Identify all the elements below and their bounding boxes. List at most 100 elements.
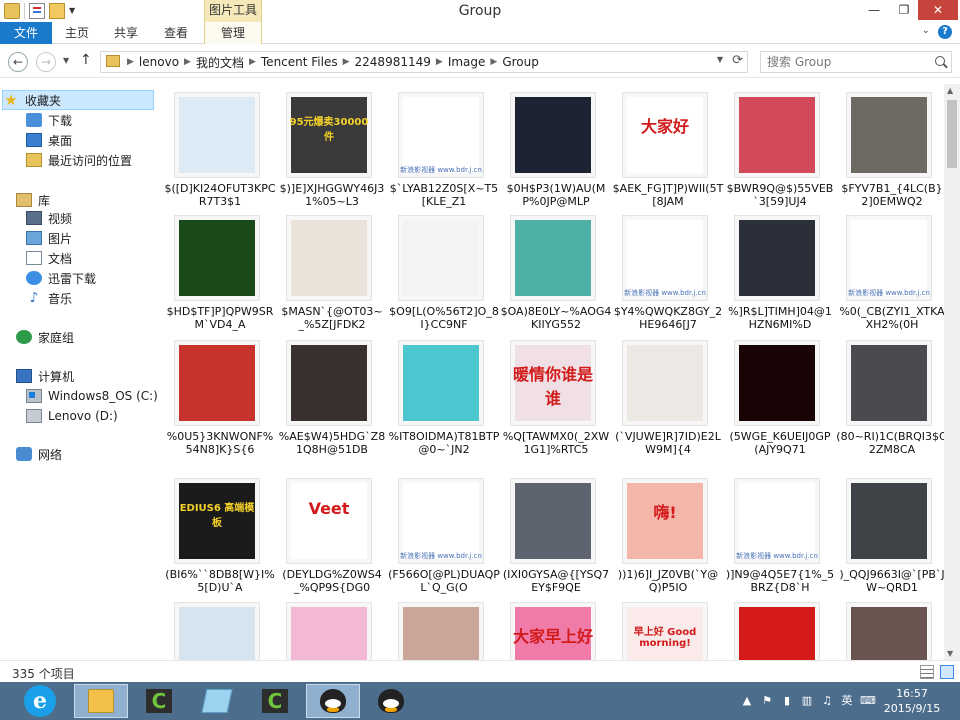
sidebar-item-homegroup[interactable]: 家庭组 bbox=[16, 327, 168, 347]
sidebar-item-videos[interactable]: 视频 bbox=[26, 208, 178, 228]
breadcrumb-item[interactable]: Group bbox=[499, 55, 542, 69]
qat-customize-icon[interactable]: ▼ bbox=[69, 3, 79, 19]
chevron-right-icon[interactable]: ▶ bbox=[182, 57, 193, 67]
search-input[interactable] bbox=[767, 54, 927, 70]
thumbnail-image[interactable] bbox=[734, 340, 820, 426]
sidebar-item-network[interactable]: 网络 bbox=[16, 444, 168, 464]
refresh-icon[interactable]: ⟳ bbox=[732, 53, 743, 68]
thumbnail-image[interactable] bbox=[174, 602, 260, 660]
thumbnail-image[interactable]: 大家早上好 bbox=[510, 602, 596, 660]
up-button[interactable]: ↑ bbox=[80, 52, 92, 68]
details-view-icon[interactable] bbox=[920, 665, 934, 679]
keyboard-icon[interactable]: ⌨ bbox=[860, 694, 876, 708]
chevron-right-icon[interactable]: ▶ bbox=[434, 57, 445, 67]
help-icon[interactable]: ? bbox=[938, 25, 952, 39]
thumbnail-image[interactable] bbox=[510, 215, 596, 301]
thumbnail-image[interactable] bbox=[174, 340, 260, 426]
thumbnail-image[interactable] bbox=[846, 602, 932, 660]
thumbnail-image[interactable] bbox=[286, 340, 372, 426]
thumbnail-image[interactable]: 新浪影视器 www.bdr.j.cn bbox=[734, 478, 820, 564]
properties-icon[interactable] bbox=[29, 3, 45, 19]
thumbnail-image[interactable] bbox=[734, 215, 820, 301]
search-icon[interactable] bbox=[935, 56, 945, 66]
scrollbar-thumb[interactable] bbox=[947, 100, 957, 168]
chevron-right-icon[interactable]: ▶ bbox=[341, 57, 352, 67]
action-center-icon[interactable]: ⚑ bbox=[760, 694, 774, 708]
thumbnail-image[interactable]: Veet bbox=[286, 478, 372, 564]
thumbnail-image[interactable]: 新浪影视器 www.bdr.j.cn bbox=[846, 215, 932, 301]
thumbnail-image[interactable]: 95元爆卖30000件 bbox=[286, 92, 372, 178]
thumbnail-image[interactable] bbox=[622, 340, 708, 426]
thumbnail-image[interactable] bbox=[398, 602, 484, 660]
new-folder-icon[interactable] bbox=[49, 3, 65, 19]
chevron-right-icon[interactable]: ▶ bbox=[125, 57, 136, 67]
thumbnail-image[interactable] bbox=[510, 478, 596, 564]
clock[interactable]: 16:57 2015/9/15 bbox=[876, 686, 948, 716]
thumbnail-image[interactable]: 新浪影视器 www.bdr.j.cn bbox=[398, 92, 484, 178]
tab-manage[interactable]: 管理 bbox=[204, 22, 262, 44]
address-bar[interactable]: ▶ lenovo ▶ 我的文档 ▶ Tencent Files ▶ 224898… bbox=[100, 51, 748, 73]
thumbnail-image[interactable] bbox=[398, 215, 484, 301]
chevron-down-icon[interactable]: ▼ bbox=[717, 55, 723, 64]
tab-view[interactable]: 查看 bbox=[152, 22, 200, 44]
thumbnail-image[interactable] bbox=[734, 92, 820, 178]
forward-button[interactable]: → bbox=[36, 52, 56, 72]
sidebar-item-drive-d[interactable]: Lenovo (D:) bbox=[26, 406, 178, 426]
chevron-right-icon[interactable]: ▶ bbox=[488, 57, 499, 67]
battery-icon[interactable]: ▮ bbox=[780, 694, 794, 708]
back-button[interactable]: ← bbox=[8, 52, 28, 72]
show-hidden-icons-icon[interactable]: ▲ bbox=[740, 694, 754, 708]
thumbnail-image[interactable] bbox=[846, 92, 932, 178]
thumbnail-image[interactable] bbox=[846, 478, 932, 564]
sidebar-item-drive-c[interactable]: Windows8_OS (C:) bbox=[26, 386, 178, 406]
sidebar-item-music[interactable]: ♪ 音乐 bbox=[26, 288, 178, 308]
close-button[interactable]: ✕ bbox=[918, 0, 958, 20]
network-icon[interactable]: ▥ bbox=[800, 694, 814, 708]
thumbnail-image[interactable]: 嗨! bbox=[622, 478, 708, 564]
thumbnail-image[interactable] bbox=[286, 215, 372, 301]
taskbar-camtasia-2[interactable]: C bbox=[248, 684, 302, 718]
thumbnail-image[interactable]: 暖情你谁是谁 bbox=[510, 340, 596, 426]
sidebar-item-desktop[interactable]: 桌面 bbox=[26, 130, 178, 150]
thumbnail-image[interactable] bbox=[510, 92, 596, 178]
vertical-scrollbar[interactable]: ▲ ▼ bbox=[944, 84, 960, 660]
maximize-button[interactable]: ❐ bbox=[890, 0, 918, 20]
thumbnail-image[interactable] bbox=[174, 215, 260, 301]
tab-file[interactable]: 文件 bbox=[0, 22, 52, 44]
thumbnail-image[interactable] bbox=[286, 602, 372, 660]
sidebar-item-libraries[interactable]: 库 bbox=[16, 190, 168, 210]
sidebar-item-downloads[interactable]: 下载 bbox=[26, 110, 178, 130]
breadcrumb-item[interactable]: lenovo bbox=[136, 55, 182, 69]
thumbnail-image[interactable] bbox=[398, 340, 484, 426]
taskbar-explorer[interactable] bbox=[74, 684, 128, 718]
ime-icon[interactable]: 英 bbox=[840, 694, 854, 708]
large-icons-view-icon[interactable] bbox=[940, 665, 954, 679]
thumbnail-image[interactable]: 大家好 bbox=[622, 92, 708, 178]
recent-locations-icon[interactable]: ▼ bbox=[63, 56, 69, 65]
taskbar-qq-2[interactable] bbox=[364, 684, 418, 718]
sidebar-item-documents[interactable]: 文档 bbox=[26, 248, 178, 268]
folder-icon[interactable] bbox=[4, 3, 20, 19]
scroll-up-icon[interactable]: ▲ bbox=[947, 86, 953, 95]
minimize-button[interactable]: — bbox=[860, 0, 888, 20]
thumbnail-image[interactable] bbox=[734, 602, 820, 660]
breadcrumb-item[interactable]: 我的文档 bbox=[193, 54, 247, 71]
taskbar-camtasia[interactable]: C bbox=[132, 684, 186, 718]
chevron-right-icon[interactable]: ▶ bbox=[247, 57, 258, 67]
sidebar-item-xunlei[interactable]: 迅雷下载 bbox=[26, 268, 178, 288]
breadcrumb-item[interactable]: 2248981149 bbox=[352, 55, 434, 69]
tab-share[interactable]: 共享 bbox=[102, 22, 150, 44]
thumbnail-image[interactable]: EDIUS6 高端模板 bbox=[174, 478, 260, 564]
sidebar-item-pictures[interactable]: 图片 bbox=[26, 228, 178, 248]
sidebar-item-computer[interactable]: 计算机 bbox=[16, 366, 168, 386]
taskbar-qq[interactable] bbox=[306, 684, 360, 718]
thumbnail-image[interactable]: 新浪影视器 www.bdr.j.cn bbox=[622, 215, 708, 301]
ribbon-expand-icon[interactable]: ⌄ bbox=[922, 25, 930, 36]
thumbnail-image[interactable]: 早上好 Good morning! bbox=[622, 602, 708, 660]
breadcrumb-item[interactable]: Image bbox=[445, 55, 489, 69]
scroll-down-icon[interactable]: ▼ bbox=[947, 649, 953, 658]
breadcrumb-item[interactable]: Tencent Files bbox=[258, 55, 341, 69]
volume-icon[interactable]: ♫ bbox=[820, 694, 834, 708]
thumbnail-image[interactable]: 新浪影视器 www.bdr.j.cn bbox=[398, 478, 484, 564]
sidebar-item-recent[interactable]: 最近访问的位置 bbox=[26, 150, 178, 170]
